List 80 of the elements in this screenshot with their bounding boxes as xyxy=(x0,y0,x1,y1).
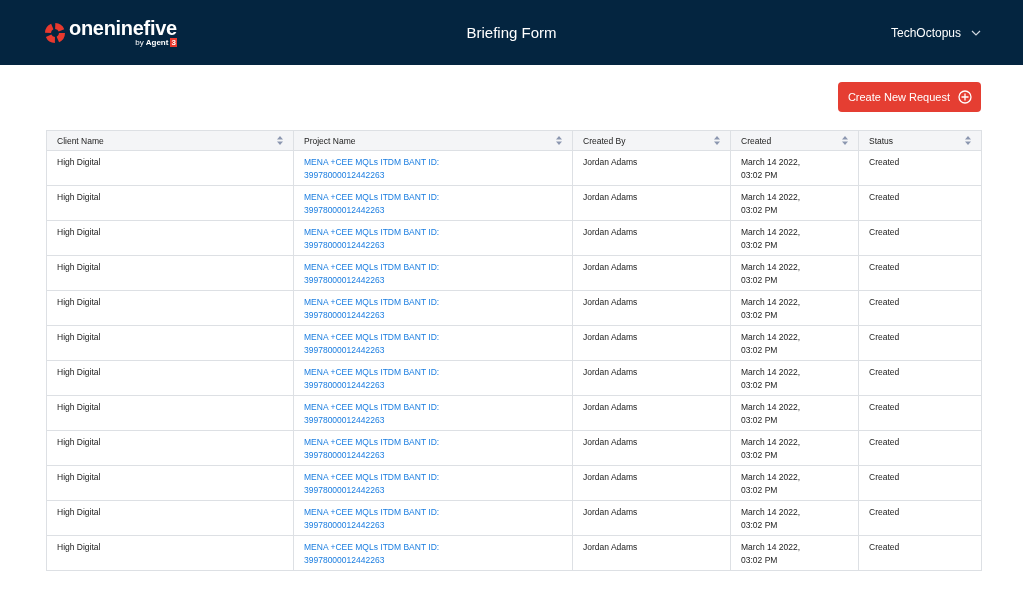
table-cell: High Digital xyxy=(46,220,294,256)
table-cell: Created xyxy=(858,220,982,256)
table-cell: High Digital xyxy=(46,360,294,396)
table-cell: High Digital xyxy=(46,535,294,571)
project-link[interactable]: MENA +CEE MQLs ITDM BANT ID: 39978000012442263 xyxy=(304,541,440,567)
create-request-button[interactable]: Create New Request xyxy=(837,82,981,112)
chevron-down-icon xyxy=(971,29,981,36)
table-cell: Jordan Adams xyxy=(572,360,731,396)
project-link[interactable]: MENA +CEE MQLs ITDM BANT ID: 39978000012442263 xyxy=(304,156,440,182)
logo-badge: 3 xyxy=(170,38,177,47)
project-link[interactable]: MENA +CEE MQLs ITDM BANT ID: 39978000012442263 xyxy=(304,331,440,357)
project-link[interactable]: MENA +CEE MQLs ITDM BANT ID: 39978000012442263 xyxy=(304,436,440,462)
table-cell: Created xyxy=(858,255,982,291)
table-cell: Created xyxy=(858,150,982,186)
table-cell: March 14 2022, 03:02 PM xyxy=(730,360,859,396)
column-header[interactable]: Status xyxy=(858,130,982,151)
table-cell: Jordan Adams xyxy=(572,185,731,221)
table-cell: Jordan Adams xyxy=(572,150,731,186)
table-cell: March 14 2022, 03:02 PM xyxy=(730,430,859,466)
table-cell: March 14 2022, 03:02 PM xyxy=(730,255,859,291)
table-cell: March 14 2022, 03:02 PM xyxy=(730,150,859,186)
table-cell: High Digital xyxy=(46,430,294,466)
table-cell: Created xyxy=(858,430,982,466)
table-cell: Created xyxy=(858,360,982,396)
table-cell: Jordan Adams xyxy=(572,220,731,256)
project-link[interactable]: MENA +CEE MQLs ITDM BANT ID: 39978000012442263 xyxy=(304,401,440,427)
project-link[interactable]: MENA +CEE MQLs ITDM BANT ID: 39978000012442263 xyxy=(304,506,440,532)
logo-icon xyxy=(44,21,66,44)
sort-icon xyxy=(965,136,971,145)
table-cell: March 14 2022, 03:02 PM xyxy=(730,500,859,536)
column-header[interactable]: Project Name xyxy=(293,130,573,151)
table-cell: High Digital xyxy=(46,185,294,221)
table-cell: Created xyxy=(858,465,982,501)
table-cell: High Digital xyxy=(46,500,294,536)
plus-circle-icon xyxy=(958,90,972,104)
logo-byline: by xyxy=(135,38,144,47)
table-cell: Jordan Adams xyxy=(572,465,731,501)
sort-icon xyxy=(556,136,562,145)
sort-icon xyxy=(714,136,720,145)
table-cell: High Digital xyxy=(46,150,294,186)
project-link[interactable]: MENA +CEE MQLs ITDM BANT ID: 39978000012442263 xyxy=(304,366,440,392)
sort-icon xyxy=(277,136,283,145)
column-header[interactable]: Created xyxy=(730,130,859,151)
table-cell: March 14 2022, 03:02 PM xyxy=(730,395,859,431)
table-cell: March 14 2022, 03:02 PM xyxy=(730,535,859,571)
project-link[interactable]: MENA +CEE MQLs ITDM BANT ID: 39978000012442263 xyxy=(304,261,440,287)
table-cell: March 14 2022, 03:02 PM xyxy=(730,220,859,256)
table-cell: Jordan Adams xyxy=(572,395,731,431)
page-title: Briefing Form xyxy=(466,24,557,41)
project-link[interactable]: MENA +CEE MQLs ITDM BANT ID: 39978000012442263 xyxy=(304,296,440,322)
table-cell: High Digital xyxy=(46,465,294,501)
table-cell: March 14 2022, 03:02 PM xyxy=(730,290,859,326)
user-menu[interactable]: TechOctopus xyxy=(890,25,981,40)
table-cell: Created xyxy=(858,290,982,326)
project-link[interactable]: MENA +CEE MQLs ITDM BANT ID: 39978000012442263 xyxy=(304,226,440,252)
table-cell: Jordan Adams xyxy=(572,325,731,361)
table-cell: Created xyxy=(858,325,982,361)
table-cell: Created xyxy=(858,185,982,221)
logo-wordmark: oneninefive xyxy=(69,18,177,38)
logo-brand: Agent xyxy=(145,38,169,47)
table-cell: Created xyxy=(858,500,982,536)
table-cell: Jordan Adams xyxy=(572,535,731,571)
column-header[interactable]: Created By xyxy=(572,130,731,151)
project-link[interactable]: MENA +CEE MQLs ITDM BANT ID: 39978000012442263 xyxy=(304,191,440,217)
table-cell: March 14 2022, 03:02 PM xyxy=(730,185,859,221)
table-cell: Created xyxy=(858,535,982,571)
table-cell: Jordan Adams xyxy=(572,290,731,326)
table-cell: Jordan Adams xyxy=(572,430,731,466)
table-cell: Jordan Adams xyxy=(572,255,731,291)
table-cell: High Digital xyxy=(46,395,294,431)
table-cell: High Digital xyxy=(46,290,294,326)
table-cell: Jordan Adams xyxy=(572,500,731,536)
table-cell: March 14 2022, 03:02 PM xyxy=(730,325,859,361)
table-cell: Created xyxy=(858,395,982,431)
project-link[interactable]: MENA +CEE MQLs ITDM BANT ID: 39978000012442263 xyxy=(304,471,440,497)
table-cell: High Digital xyxy=(46,325,294,361)
table-cell: High Digital xyxy=(46,255,294,291)
column-header[interactable]: Client Name xyxy=(46,130,294,151)
table-cell: March 14 2022, 03:02 PM xyxy=(730,465,859,501)
sort-icon xyxy=(842,136,848,145)
